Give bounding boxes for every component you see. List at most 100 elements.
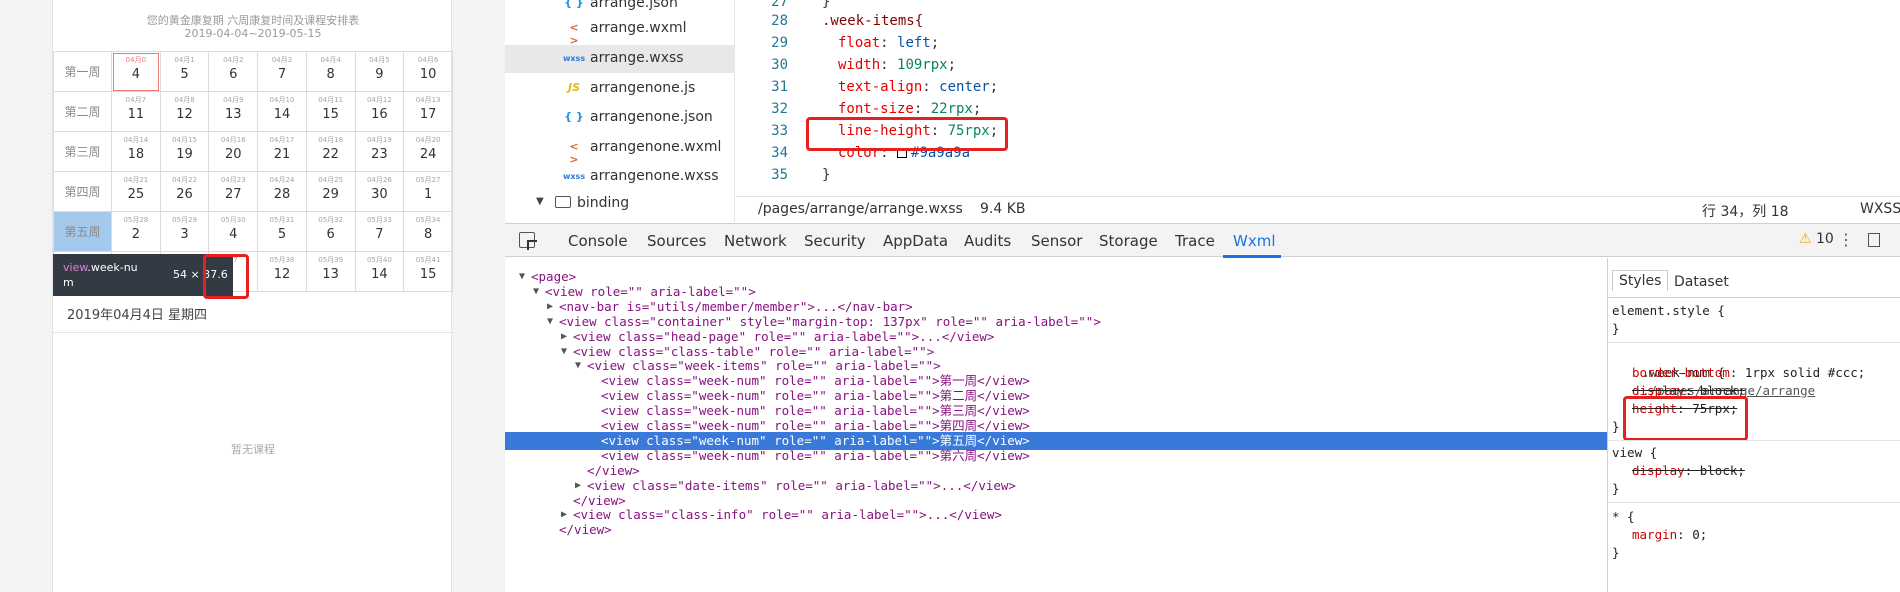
- calendar-day[interactable]: 05月38 12: [257, 251, 307, 292]
- day-number: 5: [277, 227, 287, 242]
- calendar-day[interactable]: 04月1 5: [159, 51, 210, 92]
- day-index: 04月13: [415, 96, 441, 104]
- element-style-rule[interactable]: element.style {: [1612, 302, 1725, 320]
- calendar-day[interactable]: 05月34 8: [403, 211, 453, 252]
- day-index: 04月11: [318, 96, 344, 104]
- tab-dataset[interactable]: Dataset: [1674, 274, 1729, 290]
- folder-binding[interactable]: ▼ binding: [505, 190, 735, 218]
- calendar-day[interactable]: 04月3 7: [257, 51, 307, 92]
- calendar-day[interactable]: 05月28 2: [111, 211, 161, 252]
- empty-courses-text: 暂无课程: [231, 443, 275, 456]
- dock-icon[interactable]: [1868, 233, 1880, 247]
- calendar-day[interactable]: 05月41 15: [403, 251, 453, 292]
- calendar-day[interactable]: 04月22 26: [159, 171, 210, 212]
- file-arrange-wxml[interactable]: < > arrange.wxml: [505, 15, 735, 47]
- warning-count[interactable]: ⚠ 10: [1799, 231, 1834, 247]
- language-mode[interactable]: WXSS: [1860, 201, 1900, 217]
- calendar-day[interactable]: 05月30 4: [208, 211, 259, 252]
- calendar-day[interactable]: 05月29 3: [159, 211, 210, 252]
- tab-storage[interactable]: Storage: [1099, 232, 1158, 250]
- cursor-position[interactable]: 行 34，列 18: [1702, 201, 1789, 221]
- calendar-week-row: 第二周 04月7 11 04月8 12 04月9 13 04月10 14 04月11 15 04月12…: [53, 91, 453, 132]
- week-num[interactable]: 第二周: [53, 91, 112, 132]
- day-index: 05月34: [415, 216, 441, 224]
- day-number: 7: [375, 227, 384, 242]
- week-num[interactable]: 第五周: [53, 211, 112, 252]
- calendar-day[interactable]: 04月12 16: [354, 91, 405, 132]
- calendar-day[interactable]: 04月7 11: [111, 91, 161, 132]
- calendar-day[interactable]: 04月21 25: [111, 171, 161, 212]
- day-number: 17: [419, 107, 437, 122]
- file-arrangenone-wxss[interactable]: wxss arrangenone.wxss: [505, 163, 735, 191]
- tab-console[interactable]: Console: [568, 232, 628, 250]
- calendar-day[interactable]: 05月33 7: [354, 211, 405, 252]
- day-number: 29: [322, 187, 339, 202]
- highlight-box-line-height: [806, 117, 1008, 151]
- tab-trace[interactable]: Trace: [1175, 232, 1215, 250]
- calendar-week-row: 第五周 05月28 2 05月29 3 05月30 4 05月31 5 05月32 6 05月33 7 0…: [53, 211, 453, 252]
- tooltip-selector: view.week-nu m: [63, 261, 138, 289]
- calendar-day[interactable]: 04月16 20: [208, 131, 259, 172]
- calendar-day[interactable]: 04月10 14: [257, 91, 307, 132]
- calendar-day[interactable]: 04月20 24: [403, 131, 453, 172]
- calendar-day[interactable]: 05月31 5: [257, 211, 307, 252]
- calendar-day[interactable]: 04月4 8: [305, 51, 356, 92]
- calendar-day[interactable]: 05月32 6: [305, 211, 356, 252]
- dom-node[interactable]: </view>: [505, 521, 1607, 539]
- tab-sensor[interactable]: Sensor: [1031, 232, 1082, 250]
- day-number: 7: [277, 67, 287, 82]
- schedule-date-range: 2019-04-04~2019-05-15: [184, 27, 322, 40]
- tab-appdata[interactable]: AppData: [883, 232, 948, 250]
- inspect-element-icon[interactable]: [519, 232, 535, 248]
- calendar-day[interactable]: 04月9 13: [208, 91, 259, 132]
- day-index: 05月41: [415, 256, 441, 264]
- rule-property[interactable]: border-bottom: 1rpx solid #ccc;: [1632, 364, 1865, 382]
- day-index: 05月33: [366, 216, 392, 224]
- wxml-dom-tree[interactable]: ▼ <page> ▼ <view role="" aria-label=""> ▶ <na…: [505, 258, 1607, 592]
- calendar-day[interactable]: 04月14 18: [111, 131, 161, 172]
- calendar-day[interactable]: 04月5 9: [354, 51, 405, 92]
- day-number: 27: [224, 187, 242, 202]
- tab-sources[interactable]: Sources: [647, 232, 706, 250]
- file-arrangenone-wxml[interactable]: < > arrangenone.wxml: [505, 134, 735, 166]
- calendar-day[interactable]: 04月13 17: [403, 91, 453, 132]
- calendar-day[interactable]: 04月0 4: [111, 51, 161, 92]
- calendar-day[interactable]: 04月23 27: [208, 171, 259, 212]
- calendar-day[interactable]: 04月11 15: [305, 91, 356, 132]
- calendar-day[interactable]: 05月40 14: [354, 251, 405, 292]
- styles-pane-tabs: Styles Dataset: [1608, 268, 1900, 298]
- week-num[interactable]: 第一周: [53, 51, 112, 92]
- tab-network[interactable]: Network: [724, 232, 787, 250]
- day-number: 16: [371, 107, 388, 122]
- calendar-day[interactable]: 04月2 6: [208, 51, 259, 92]
- tab-security[interactable]: Security: [804, 232, 866, 250]
- more-options-icon[interactable]: ⋮: [1838, 230, 1854, 249]
- week-num[interactable]: 第三周: [53, 131, 112, 172]
- file-arrange-wxss[interactable]: wxss arrange.wxss: [505, 45, 735, 73]
- file-arrangenone-json[interactable]: { } arrangenone.json: [505, 104, 735, 132]
- tab-styles[interactable]: Styles: [1612, 270, 1669, 291]
- file-arrangenone-js[interactable]: JS arrangenone.js: [505, 75, 735, 103]
- calendar-day[interactable]: 04月18 22: [305, 131, 356, 172]
- calendar-day[interactable]: 04月26 30: [354, 171, 405, 212]
- day-index: 04月26: [366, 176, 392, 184]
- calendar-day[interactable]: 04月19 23: [354, 131, 405, 172]
- calendar-day[interactable]: 04月17 21: [257, 131, 307, 172]
- calendar-day[interactable]: 04月6 10: [403, 51, 453, 92]
- calendar-day[interactable]: 05月27 1: [403, 171, 453, 212]
- calendar-day[interactable]: 04月15 19: [159, 131, 210, 172]
- day-number: 6: [229, 67, 238, 82]
- js-file-icon: JS: [567, 81, 580, 94]
- code-editor[interactable]: 27 } 28 .week-items{ 29 float: left; 30 …: [736, 0, 1900, 192]
- calendar-day[interactable]: 04月8 12: [159, 91, 210, 132]
- tab-audits[interactable]: Audits: [964, 232, 1011, 250]
- rule-property-overridden[interactable]: display: block;: [1632, 462, 1745, 480]
- week-num[interactable]: 第四周: [53, 171, 112, 212]
- calendar-day[interactable]: 04月24 28: [257, 171, 307, 212]
- tab-wxml[interactable]: Wxml: [1233, 232, 1276, 250]
- day-number: 26: [176, 187, 193, 202]
- rule-property[interactable]: margin: 0;: [1632, 526, 1707, 544]
- day-index: 04月21: [123, 176, 149, 184]
- calendar-day[interactable]: 04月25 29: [305, 171, 356, 212]
- calendar-day[interactable]: 05月39 13: [305, 251, 356, 292]
